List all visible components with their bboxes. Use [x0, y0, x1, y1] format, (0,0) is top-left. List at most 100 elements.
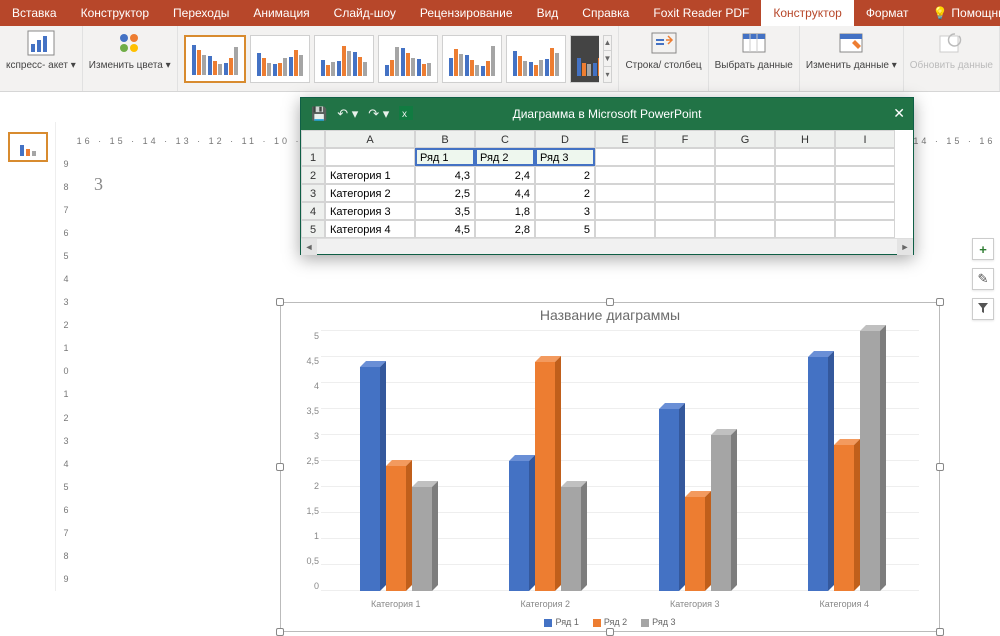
ribbon-tab[interactable]: Рецензирование [408, 0, 525, 26]
data-window-scrollbar[interactable]: ◄ ► [301, 238, 913, 254]
chart-category[interactable] [659, 331, 731, 591]
ribbon-tab[interactable]: Переходы [161, 0, 241, 26]
sheet-cell[interactable]: 2,4 [475, 166, 535, 184]
edit-in-excel-icon[interactable]: x [399, 106, 413, 123]
ribbon-tab[interactable]: Вставка [0, 0, 69, 26]
chart-bar[interactable] [808, 357, 828, 591]
column-header[interactable]: D [535, 130, 595, 148]
row-header[interactable]: 4 [301, 202, 325, 220]
sheet-cell[interactable]: Ряд 2 [475, 148, 535, 166]
chart-style-thumb[interactable] [184, 35, 246, 83]
sheet-cell[interactable]: Категория 4 [325, 220, 415, 238]
chart-bar[interactable] [535, 362, 555, 591]
chart-plot-area[interactable]: 00,511,522,533,544,55 [321, 331, 919, 591]
chart-bar[interactable] [711, 435, 731, 591]
chart-style-thumb[interactable] [314, 35, 374, 83]
resize-handle[interactable] [276, 628, 284, 636]
ribbon-tab[interactable]: Формат [854, 0, 921, 26]
gallery-down-button[interactable]: ▼ [604, 51, 612, 67]
sheet-cell[interactable] [835, 184, 895, 202]
sheet-cell[interactable] [655, 166, 715, 184]
row-header[interactable]: 1 [301, 148, 325, 166]
sheet-cell[interactable]: 3 [535, 202, 595, 220]
column-header[interactable]: G [715, 130, 775, 148]
sheet-cell[interactable] [775, 166, 835, 184]
chart-style-thumb[interactable] [250, 35, 310, 83]
resize-handle[interactable] [606, 298, 614, 306]
resize-handle[interactable] [936, 463, 944, 471]
sheet-cell[interactable] [715, 166, 775, 184]
save-icon[interactable]: 💾 [311, 106, 327, 122]
sheet-cell[interactable]: 4,4 [475, 184, 535, 202]
sheet-cell[interactable]: 4,5 [415, 220, 475, 238]
column-header[interactable]: H [775, 130, 835, 148]
sheet-cell[interactable]: Ряд 1 [415, 148, 475, 166]
row-header[interactable]: 3 [301, 184, 325, 202]
sheet-cell[interactable]: Категория 2 [325, 184, 415, 202]
sheet-cell[interactable] [835, 166, 895, 184]
chart-style-thumb[interactable] [570, 35, 599, 83]
switch-row-column-button[interactable]: Строка/ столбец [619, 26, 708, 91]
sheet-cell[interactable] [835, 220, 895, 238]
ribbon-tab[interactable]: Справка [570, 0, 641, 26]
sheet-cell[interactable]: Ряд 3 [535, 148, 595, 166]
resize-handle[interactable] [276, 298, 284, 306]
chart-elements-button[interactable]: + [972, 238, 994, 260]
ribbon-tab[interactable]: Конструктор [761, 0, 853, 26]
sheet-cell[interactable]: 1,8 [475, 202, 535, 220]
resize-handle[interactable] [606, 628, 614, 636]
row-header[interactable]: 2 [301, 166, 325, 184]
sheet-cell[interactable] [595, 166, 655, 184]
scroll-right-button[interactable]: ► [897, 239, 913, 255]
chart-category[interactable] [360, 331, 432, 591]
chart-category[interactable] [509, 331, 581, 591]
column-header[interactable]: I [835, 130, 895, 148]
sheet-cell[interactable] [655, 220, 715, 238]
chart-bar[interactable] [386, 466, 406, 591]
sheet-cell[interactable] [835, 202, 895, 220]
column-header[interactable]: F [655, 130, 715, 148]
chart-style-thumb[interactable] [442, 35, 502, 83]
chart-category[interactable] [808, 331, 880, 591]
sheet-cell[interactable] [595, 148, 655, 166]
data-grid[interactable]: ABCDEFGHI1Ряд 1Ряд 2Ряд 32Категория 14,3… [301, 130, 913, 238]
chart-title[interactable]: Название диаграммы [281, 303, 939, 325]
ribbon-tab[interactable]: Foxit Reader PDF [641, 0, 761, 26]
chart-bar[interactable] [561, 487, 581, 591]
quick-layout-button[interactable]: кспресс- акет ▾ [0, 26, 83, 91]
slide-thumbnail-panel[interactable] [0, 122, 56, 591]
undo-icon[interactable]: ↶ ▾ [337, 106, 358, 122]
chart-filters-button[interactable] [972, 298, 994, 320]
resize-handle[interactable] [936, 628, 944, 636]
sheet-cell[interactable] [325, 148, 415, 166]
sheet-cell[interactable] [775, 220, 835, 238]
resize-handle[interactable] [276, 463, 284, 471]
gallery-up-button[interactable]: ▲ [604, 36, 612, 52]
legend-item[interactable]: Ряд 1 [544, 617, 578, 627]
sheet-cell[interactable]: 2,8 [475, 220, 535, 238]
ribbon-tab[interactable]: Конструктор [69, 0, 161, 26]
chart-bar[interactable] [509, 461, 529, 591]
sheet-cell[interactable]: 5 [535, 220, 595, 238]
sheet-cell[interactable] [655, 148, 715, 166]
sheet-cell[interactable] [655, 202, 715, 220]
sheet-cell[interactable] [715, 220, 775, 238]
chart-bars[interactable] [321, 331, 919, 591]
sheet-cell[interactable]: 2 [535, 166, 595, 184]
chart-data-window[interactable]: 💾 ↶ ▾ ↷ ▾ x Диаграмма в Microsoft PowerP… [300, 97, 914, 255]
scroll-left-button[interactable]: ◄ [301, 239, 317, 255]
ribbon-tab[interactable]: Вид [525, 0, 571, 26]
sheet-cell[interactable] [715, 202, 775, 220]
sheet-cell[interactable]: 3,5 [415, 202, 475, 220]
column-header[interactable]: E [595, 130, 655, 148]
sheet-cell[interactable] [595, 202, 655, 220]
column-header[interactable]: A [325, 130, 415, 148]
chart-style-thumb[interactable] [506, 35, 566, 83]
chart-bar[interactable] [685, 497, 705, 591]
legend-item[interactable]: Ряд 2 [593, 617, 627, 627]
chart-style-thumb[interactable] [378, 35, 438, 83]
sheet-cell[interactable] [775, 184, 835, 202]
chart-legend[interactable]: Ряд 1Ряд 2Ряд 3 [281, 617, 939, 627]
chart-bar[interactable] [834, 445, 854, 591]
chart-bar[interactable] [360, 367, 380, 591]
